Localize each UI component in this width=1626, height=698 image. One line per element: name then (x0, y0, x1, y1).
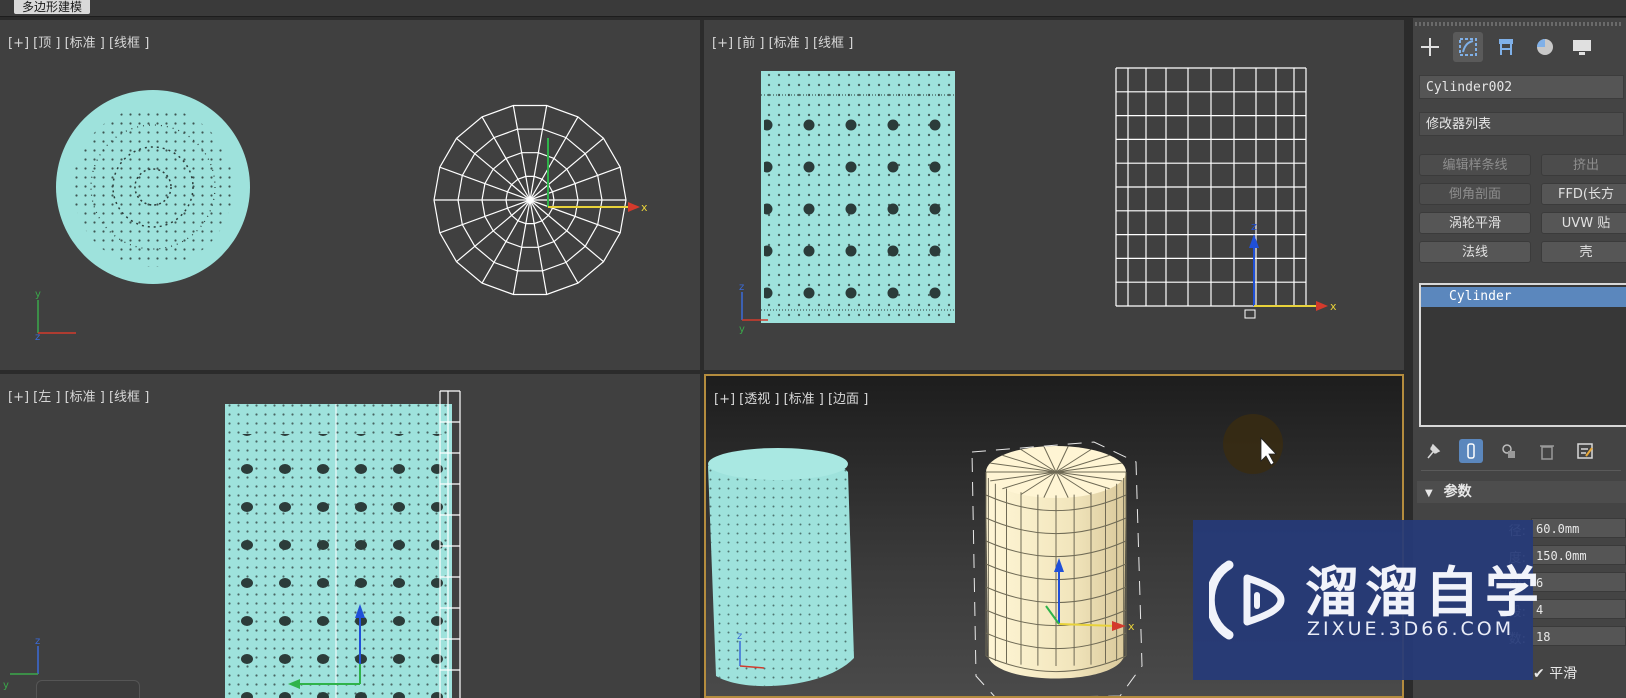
tab-create[interactable] (1415, 32, 1445, 62)
modifier-stack-item-cylinder[interactable]: Cylinder (1421, 287, 1626, 307)
object-name-field[interactable]: Cylinder002 (1419, 75, 1624, 99)
perforated-mesh-front[interactable] (761, 71, 955, 323)
axis-y-label-left: y (3, 680, 9, 691)
motion-icon (1537, 39, 1553, 55)
axis-z-label-top: z (35, 332, 40, 343)
param-input-height[interactable]: 150.0mm (1531, 545, 1626, 565)
tab-motion[interactable] (1529, 32, 1559, 62)
command-panel-tabs (1415, 32, 1597, 64)
create-icon (1421, 38, 1439, 56)
watermark-title: 溜溜自学 (1305, 561, 1545, 624)
perforated-mesh-left[interactable] (225, 404, 452, 698)
watermark-overlay: 溜溜自学 ZIXUE.3D66.COM (1193, 520, 1539, 680)
param-input-cap-segments[interactable]: 4 (1531, 599, 1626, 619)
remove-modifier-button[interactable] (1535, 439, 1559, 463)
param-input-radius[interactable]: 60.0mm (1531, 518, 1626, 538)
make-unique-button[interactable] (1497, 439, 1521, 463)
wire-edge (529, 166, 621, 201)
cylinder-wireframe-top[interactable] (433, 104, 627, 296)
show-end-result-icon (1467, 443, 1475, 459)
rollout-title: 参数 (1443, 484, 1472, 500)
ribbon-bar: 多边形建模 (0, 0, 1626, 17)
smooth-label: 平滑 (1549, 666, 1578, 682)
viewport-top[interactable]: [+] [顶 ] [标准 ] [线框 ] y z x (0, 20, 700, 370)
modifier-button-bevel-profile[interactable]: 倒角剖面 (1419, 183, 1531, 205)
axis-x-label-gizmo-persp: x (1128, 620, 1135, 633)
axis-y-label-front: y (739, 324, 745, 335)
perforated-disc-top[interactable] (56, 90, 250, 284)
modifier-button-extrude[interactable]: 挤出 (1541, 154, 1626, 176)
axis-z-label-front: z (739, 282, 744, 293)
axis-z-label-left: z (35, 636, 40, 647)
wire-edge (529, 199, 621, 234)
modifier-button-ffd-box[interactable]: FFD(长方 (1541, 183, 1626, 205)
perforated-cylinder-perspective[interactable] (708, 448, 854, 687)
modifier-list-dropdown[interactable]: 修改器列表 (1419, 112, 1624, 136)
viewport-left[interactable]: [+] [左 ] [标准 ] [线框 ] z y (0, 374, 700, 698)
mouse-cursor (1223, 414, 1283, 474)
wire-edge (439, 166, 531, 201)
axis-z-label-gizmo-front: z (1251, 220, 1257, 233)
pin-stack-button[interactable] (1421, 439, 1445, 463)
pin-icon (1427, 443, 1441, 459)
configure-sets-icon (1577, 443, 1593, 459)
param-input-height-segments[interactable]: 6 (1531, 572, 1626, 592)
remove-modifier-icon (1540, 445, 1554, 460)
modifier-button-uvw-map[interactable]: UVW 贴 (1541, 212, 1626, 234)
watermark-logo (1209, 560, 1285, 640)
modifier-button-normal[interactable]: 法线 (1419, 241, 1531, 263)
modify-icon (1459, 38, 1477, 56)
axis-z-label-persp: z (737, 631, 742, 642)
param-input-sides[interactable]: 18 (1531, 626, 1626, 646)
wire-edge (529, 199, 604, 263)
checkmark-icon: ✔ (1533, 666, 1545, 682)
viewport-top-scene: y z x (35, 90, 648, 343)
viewport-status-box[interactable] (36, 680, 140, 698)
smooth-checkbox[interactable]: ✔ 平滑 (1533, 663, 1577, 683)
wire-edge (439, 199, 531, 234)
show-end-result-button[interactable] (1459, 439, 1483, 463)
axis-tripod-left: z y (3, 636, 40, 691)
modifier-button-turbosmooth[interactable]: 涡轮平滑 (1419, 212, 1531, 234)
tab-modify[interactable] (1453, 32, 1483, 62)
wire-edge (529, 137, 604, 201)
parameters-rollout-header[interactable]: ▼ 参数 (1417, 481, 1626, 503)
axis-tripod-top: y z (35, 289, 76, 343)
modifier-button-edit-spline[interactable]: 编辑样条线 (1419, 154, 1531, 176)
viewport-left-scene: z y (3, 390, 461, 698)
modifier-button-shell[interactable]: 壳 (1541, 241, 1626, 263)
tab-display[interactable] (1567, 32, 1597, 62)
panel-divider (1421, 470, 1621, 471)
stack-toolbar (1421, 438, 1597, 464)
wire-edge (456, 137, 531, 201)
ribbon-tab-polygon-modeling[interactable]: 多边形建模 (14, 0, 91, 14)
viewport-front-scene: z x z y (739, 67, 1337, 335)
rollout-collapse-icon: ▼ (1425, 488, 1433, 499)
make-unique-icon (1502, 444, 1515, 458)
configure-sets-button[interactable] (1573, 439, 1597, 463)
axis-x-label-gizmo-top: x (641, 201, 648, 214)
wire-edge (456, 199, 531, 263)
modifier-stack: Cylinder (1419, 283, 1626, 427)
panel-grip[interactable] (1415, 22, 1623, 26)
axis-x-label-gizmo-front: x (1330, 300, 1337, 313)
viewport-front[interactable]: [+] [前 ] [标准 ] [线框 ] z x z y (704, 20, 1404, 370)
axis-y-label-top: y (35, 289, 41, 300)
watermark-url: ZIXUE.3D66.COM (1307, 618, 1515, 640)
cylinder-wireframe-front[interactable] (1115, 67, 1307, 307)
hierarchy-icon (1499, 39, 1513, 55)
display-icon (1573, 40, 1591, 55)
tab-hierarchy[interactable] (1491, 32, 1521, 62)
